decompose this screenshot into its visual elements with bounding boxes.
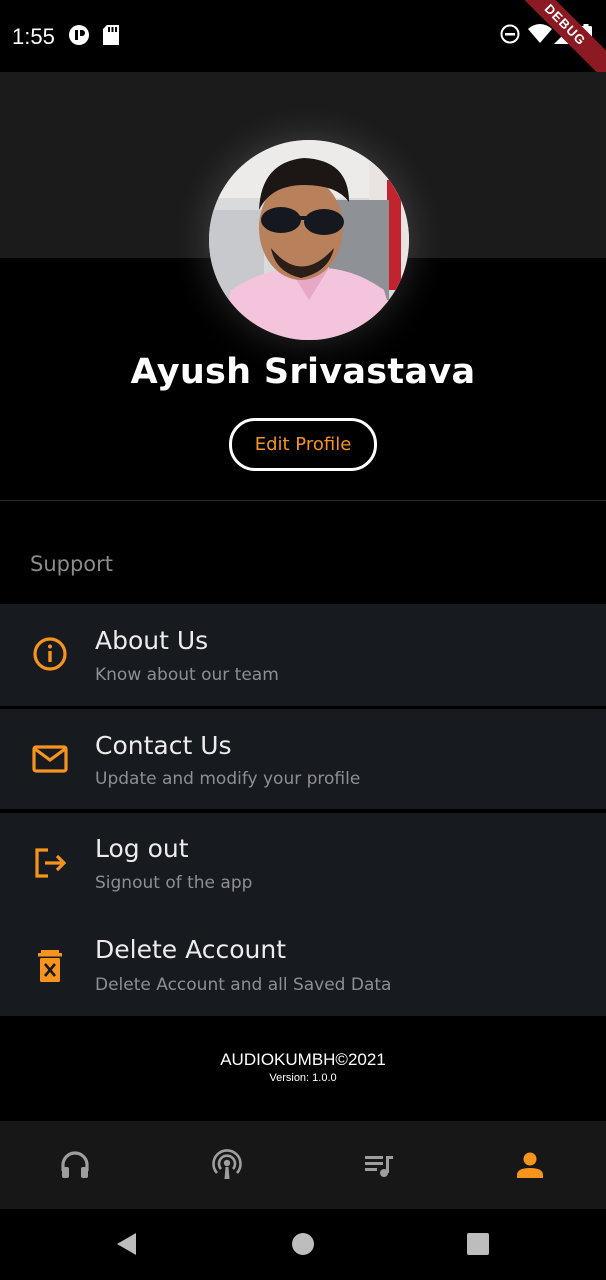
- info-icon: [33, 637, 67, 671]
- person-icon: [517, 1152, 543, 1178]
- menu-item-about-us[interactable]: About Us Know about our team: [0, 604, 606, 706]
- menu-item-subtitle: Delete Account and all Saved Data: [95, 975, 392, 995]
- menu-item-delete-account[interactable]: Delete Account Delete Account and all Sa…: [0, 913, 606, 1016]
- logout-icon: [35, 848, 67, 878]
- nav-tab-playlist[interactable]: [357, 1143, 401, 1187]
- support-section-title: Support: [30, 552, 114, 576]
- podcast-icon: [212, 1149, 242, 1179]
- menu-item-title: Delete Account: [95, 935, 287, 964]
- sd-card-icon: [102, 24, 120, 50]
- app-notification-icon: [68, 24, 90, 50]
- home-icon[interactable]: [288, 1229, 318, 1259]
- status-time: 1:55: [12, 24, 55, 49]
- nav-tab-listen[interactable]: [53, 1143, 97, 1187]
- back-icon[interactable]: [112, 1229, 142, 1259]
- status-bar: 1:55 DEBUG: [0, 0, 606, 86]
- edit-profile-button[interactable]: Edit Profile: [229, 418, 377, 471]
- nav-tab-podcasts[interactable]: [205, 1143, 249, 1187]
- header-divider: [0, 500, 606, 501]
- recents-icon[interactable]: [463, 1229, 493, 1259]
- user-name: Ayush Srivastava: [130, 352, 476, 392]
- menu-item-title: About Us: [95, 626, 209, 655]
- bottom-navigation: [0, 1121, 606, 1209]
- wifi-icon: [528, 24, 552, 48]
- menu-item-log-out[interactable]: Log out Signout of the app: [0, 813, 606, 913]
- avatar: [209, 140, 409, 340]
- menu-item-subtitle: Signout of the app: [95, 873, 253, 893]
- footer-version: Version: 1.0.0: [269, 1072, 337, 1084]
- delete-icon: [38, 950, 62, 982]
- menu-item-title: Log out: [95, 834, 189, 863]
- playlist-icon: [365, 1156, 393, 1177]
- menu-item-title: Contact Us: [95, 731, 232, 760]
- menu-item-subtitle: Know about our team: [95, 665, 279, 685]
- footer-brand: AUDIOKUMBH©2021: [220, 1050, 386, 1069]
- menu-item-contact-us[interactable]: Contact Us Update and modify your profil…: [0, 709, 606, 809]
- menu-item-subtitle: Update and modify your profile: [95, 769, 361, 789]
- mail-icon: [32, 745, 68, 773]
- headphones-icon: [61, 1151, 89, 1178]
- system-navigation-bar: [0, 1209, 606, 1280]
- do-not-disturb-icon: [500, 24, 520, 48]
- nav-tab-profile[interactable]: [508, 1143, 552, 1187]
